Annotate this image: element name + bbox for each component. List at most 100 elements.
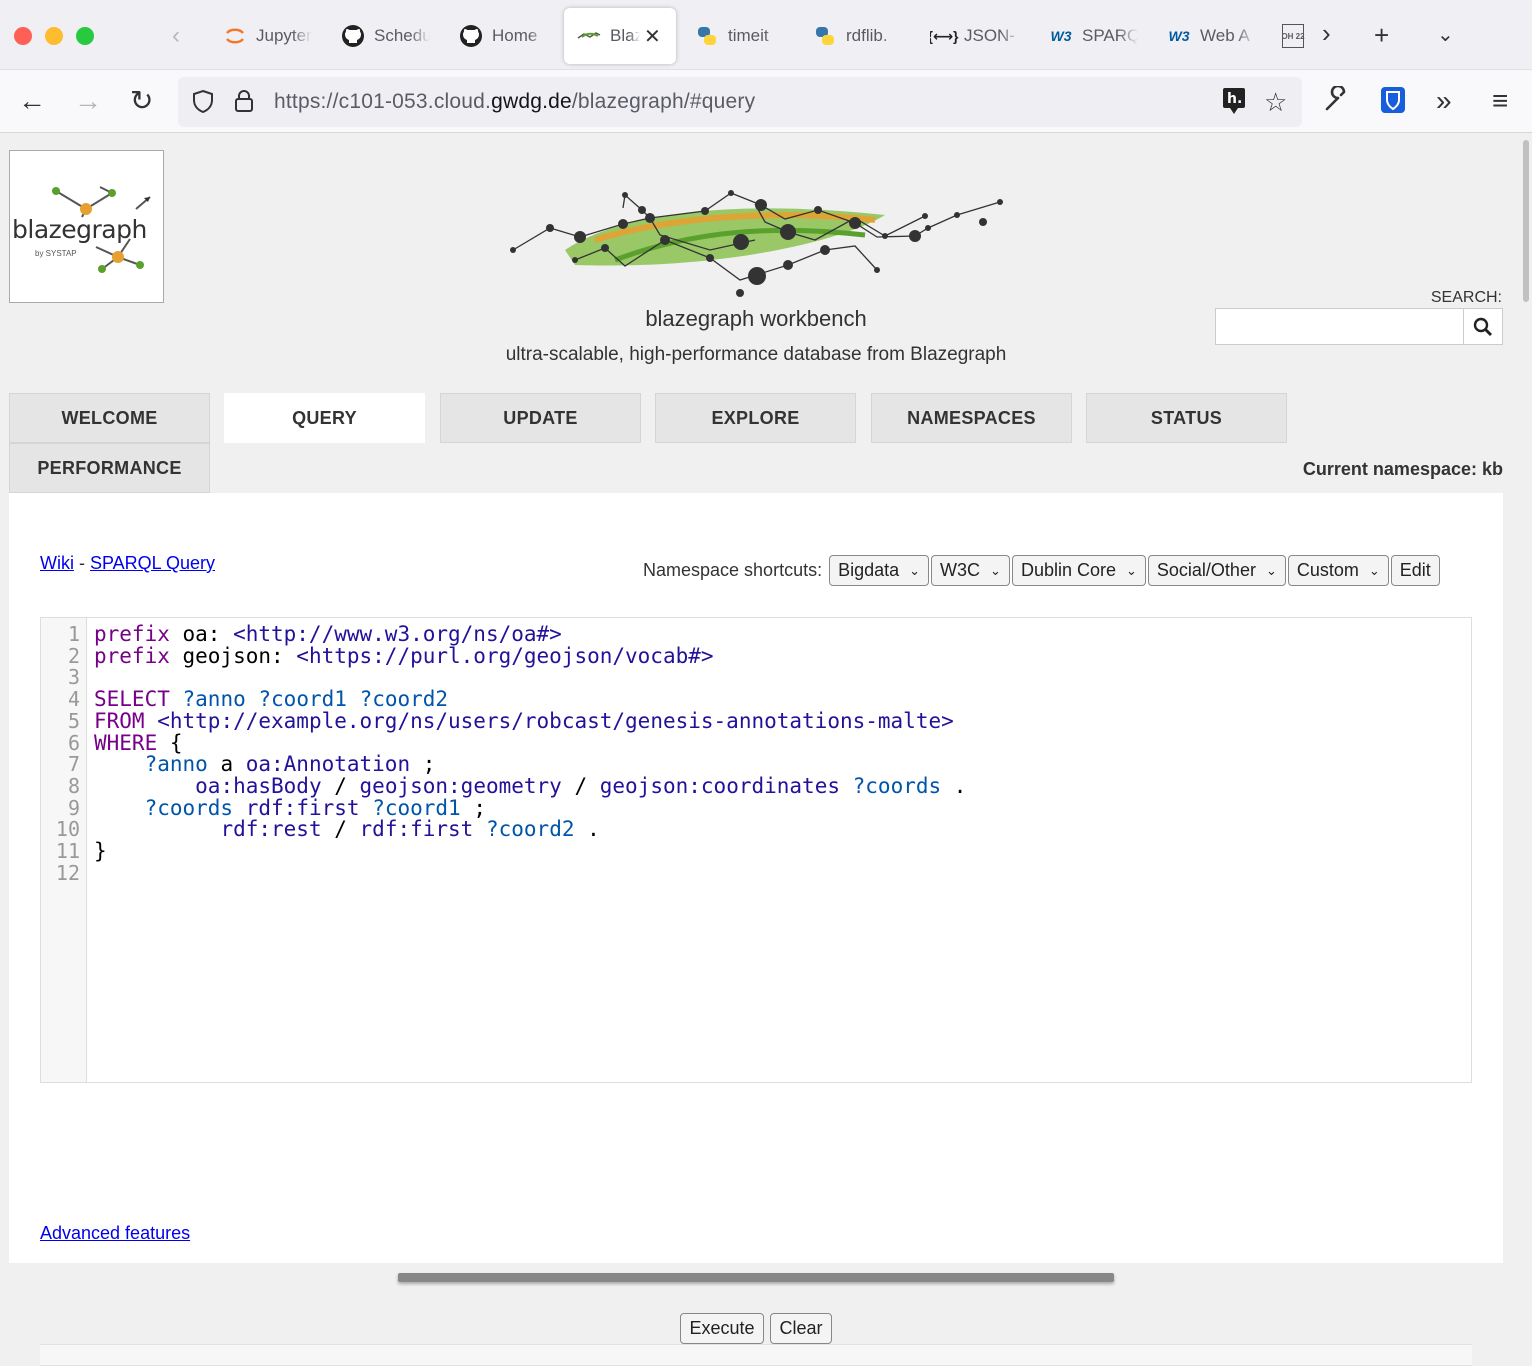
- github-icon: [458, 23, 484, 49]
- back-icon[interactable]: ←: [18, 84, 46, 118]
- python-icon: [694, 23, 720, 49]
- url-prefix: https://c101-053.cloud.: [274, 90, 492, 113]
- chevron-down-icon: ⌄: [1126, 562, 1137, 578]
- current-namespace: Current namespace: kb: [1302, 459, 1503, 479]
- shield-icon[interactable]: [192, 89, 214, 119]
- execute-button[interactable]: Execute: [680, 1313, 764, 1344]
- tab-label: Blazegraph: [610, 26, 640, 45]
- search-input[interactable]: [1215, 308, 1464, 345]
- tab-query[interactable]: QUERY: [224, 393, 425, 443]
- tab-label: Schedule: [374, 26, 430, 45]
- namespace-shortcuts-label: Namespace shortcuts:: [643, 560, 823, 580]
- code-line: WHERE {: [94, 730, 183, 755]
- code-line: FROM <http://example.org/ns/users/robcas…: [94, 708, 954, 733]
- code-line: prefix geojson: <https://purl.org/geojso…: [94, 643, 714, 668]
- workbench-subtitle: ultra-scalable, high-performance databas…: [505, 344, 1007, 365]
- chevron-down-icon: ⌄: [1368, 562, 1380, 578]
- tab-label: SPARQL: [1082, 26, 1138, 45]
- calendar-icon: OH 22: [1282, 24, 1305, 48]
- tab-performance[interactable]: PERFORMANCE: [9, 443, 210, 493]
- tab-namespaces[interactable]: NAMESPACES: [871, 393, 1072, 443]
- browser-tab-blazegraph[interactable]: Blazegraph ✕: [564, 8, 676, 64]
- url-text[interactable]: https://c101-053.cloud.gwdg.de/blazegrap…: [274, 90, 755, 114]
- url-path: /blazegraph/#query: [571, 90, 756, 113]
- browser-tab-json[interactable]: {⟷} JSON-: [930, 8, 1020, 64]
- page-content: blazegraph by SYSTAP blazegraph workbenc…: [0, 134, 1532, 1366]
- line-number: 2: [67, 643, 80, 668]
- w3c-icon: W3: [1168, 28, 1190, 44]
- lock-icon[interactable]: [234, 89, 254, 119]
- blazegraph-icon: [576, 23, 602, 49]
- banner-graph-image: [510, 190, 1003, 297]
- browser-tab-home[interactable]: Home: [458, 8, 548, 64]
- tab-status[interactable]: STATUS: [1086, 393, 1287, 443]
- edit-shortcuts-button[interactable]: Edit: [1390, 555, 1440, 586]
- minimize-window-button[interactable]: [45, 27, 63, 45]
- line-number: 8: [67, 773, 80, 798]
- tab-update[interactable]: UPDATE: [440, 393, 641, 443]
- browser-tab-sparql[interactable]: W3 SPARQL: [1048, 8, 1139, 64]
- tab-label: JSON-: [964, 26, 1015, 45]
- tab-scroll-left-icon[interactable]: ‹: [172, 22, 180, 50]
- code-line: prefix oa: <http://www.w3.org/ns/oa#>: [94, 622, 562, 646]
- line-number: 11: [55, 839, 80, 863]
- tab-label: Jupyter: [256, 26, 312, 45]
- shortcut-select-custom[interactable]: Custom ⌄: [1287, 555, 1389, 586]
- wrench-icon[interactable]: [1324, 84, 1350, 120]
- wiki-link[interactable]: Wiki: [40, 553, 74, 573]
- sparql-query-link[interactable]: SPARQL Query: [90, 553, 215, 573]
- blazegraph-logo[interactable]: blazegraph by SYSTAP: [9, 150, 164, 303]
- line-number: 4: [67, 687, 80, 712]
- maximize-window-button[interactable]: [76, 27, 94, 45]
- browser-tab-calendar[interactable]: OH 22: [1282, 8, 1312, 64]
- browser-tab-schedule[interactable]: Schedule: [340, 8, 430, 64]
- query-panel: Wiki - SPARQL Query Namespace shortcuts:…: [9, 493, 1503, 1366]
- tab-explore[interactable]: EXPLORE: [655, 393, 856, 443]
- search-button[interactable]: [1463, 308, 1503, 345]
- tab-scroll-right-icon[interactable]: ›: [1322, 18, 1331, 49]
- line-number: 6: [67, 730, 80, 755]
- hypothesis-icon[interactable]: h.: [1222, 87, 1246, 121]
- resize-splitter[interactable]: [398, 1273, 1114, 1282]
- url-bar[interactable]: https://c101-053.cloud.gwdg.de/blazegrap…: [178, 77, 1302, 127]
- browser-tab-timeit[interactable]: timeit: [694, 8, 784, 64]
- new-tab-icon[interactable]: +: [1374, 20, 1389, 51]
- browser-tab-jupyter[interactable]: Jupyter: [222, 8, 312, 64]
- reload-icon[interactable]: ↻: [130, 84, 153, 118]
- list-tabs-icon[interactable]: ⌄: [1437, 22, 1454, 47]
- tab-label: timeit: [728, 26, 769, 45]
- svg-text:h.: h.: [1227, 91, 1242, 107]
- shortcut-select-w3c[interactable]: W3C ⌄: [931, 555, 1010, 586]
- line-number: 3: [67, 665, 80, 690]
- browser-tab-rdflib[interactable]: rdflib.: [812, 8, 902, 64]
- shortcut-select-bigdata[interactable]: Bigdata ⌄: [829, 555, 930, 586]
- extensions-overflow-icon[interactable]: »: [1436, 84, 1452, 118]
- chevron-down-icon: ⌄: [1265, 562, 1277, 578]
- page-scrollbar-thumb[interactable]: [1523, 140, 1529, 302]
- bitwarden-icon[interactable]: [1380, 86, 1406, 122]
- close-window-button[interactable]: [14, 27, 32, 45]
- browser-tab-web-annotation[interactable]: W3 Web A: [1166, 8, 1256, 64]
- tab-label: Home: [492, 26, 538, 45]
- search-label: SEARCH:: [1430, 289, 1502, 306]
- shortcut-select-dublin-core[interactable]: Dublin Core ⌄: [1011, 555, 1146, 586]
- line-number: 9: [67, 795, 80, 820]
- forward-icon[interactable]: →: [74, 84, 102, 118]
- clear-button[interactable]: Clear: [770, 1313, 832, 1344]
- query-code[interactable]: prefix oa: <http://www.w3.org/ns/oa#> pre…: [94, 622, 966, 884]
- jupyter-icon: [222, 23, 248, 49]
- code-line: }: [94, 839, 107, 864]
- tab-label: rdflib.: [846, 26, 888, 45]
- sparql-query-editor[interactable]: 1 2 3 4 5 6 7 8 9 10 11 12 prefix oa: <http://www.w…: [40, 617, 1472, 1083]
- close-tab-icon[interactable]: ✕: [644, 24, 661, 49]
- bookmark-star-icon[interactable]: ☆: [1264, 87, 1287, 118]
- advanced-features-link[interactable]: Advanced features: [40, 1223, 190, 1243]
- github-icon: [340, 23, 366, 49]
- tab-welcome[interactable]: WELCOME: [9, 393, 210, 443]
- page-scrollbar[interactable]: [1520, 134, 1532, 1263]
- line-number: 12: [55, 860, 80, 885]
- select-value: W3C: [940, 560, 981, 580]
- menu-icon[interactable]: ≡: [1492, 84, 1508, 118]
- shortcut-select-social-other[interactable]: Social/Other ⌄: [1147, 555, 1286, 586]
